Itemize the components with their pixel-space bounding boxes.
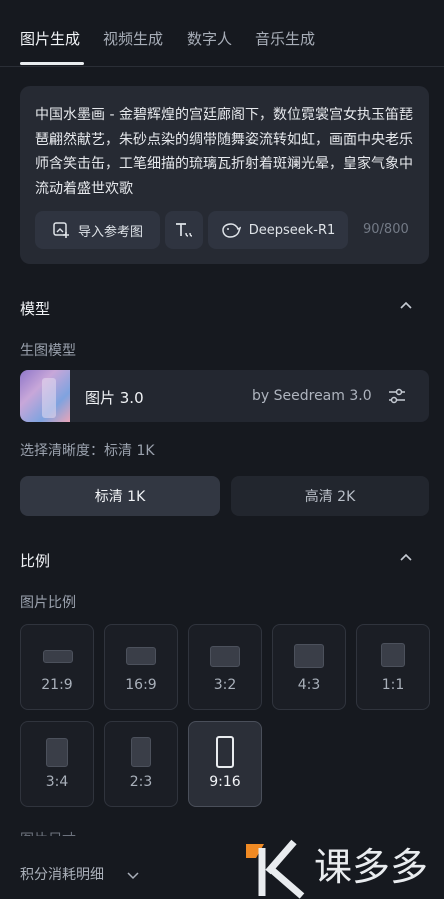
ratio-section-title: 比例 [20,552,51,570]
model-selector[interactable]: 图片 3.0 by Seedream 3.0 [20,370,429,422]
ratio-option-9-16[interactable]: 9:16 [188,721,262,807]
ratio-label: 3:2 [213,677,237,693]
ratio-label: 4:3 [297,677,321,693]
ratio-label: 9:16 [209,774,241,790]
ratio-shape [210,646,240,667]
ratio-label: 1:1 [381,677,405,693]
tab-music-generation[interactable]: 音乐生成 [255,28,315,49]
tab-image-generation[interactable]: 图片生成 [20,28,80,49]
ratio-option-3-2[interactable]: 3:2 [188,624,262,710]
tab-digital-human[interactable]: 数字人 [187,28,232,49]
top-tab-bar: 图片生成 视频生成 数字人 音乐生成 [0,0,444,67]
quality-label: 选择清晰度：标清 1K [20,443,155,459]
ratio-option-16-9[interactable]: 16:9 [104,624,178,710]
upload-reference-label: 导入参考图 [77,224,143,240]
watermark-text: 课多多 [314,845,428,889]
prompt-textarea[interactable]: 中国水墨画 - 金碧辉煌的宫廷廊阁下，数位霓裳宫女执玉笛琵琶翩然献艺，朱砂点染的… [35,103,415,201]
active-tab-indicator [20,62,84,65]
image-model-label: 生图模型 [20,343,76,359]
character-counter: 90/800 [363,222,409,237]
ratio-shape [43,650,73,663]
ratio-shape [46,738,68,767]
ratio-label: 16:9 [125,677,157,693]
ratio-shape [294,644,324,668]
ratio-option-4-3[interactable]: 4:3 [272,624,346,710]
sliders-icon[interactable] [387,386,407,406]
chevron-up-icon[interactable] [398,298,414,314]
image-ratio-label: 图片比例 [20,595,76,611]
ratio-shape [216,736,234,768]
model-provider: by Seedream 3.0 [252,388,372,404]
add-image-icon [52,221,70,239]
ratio-shape [131,737,151,767]
ratio-shape [381,643,405,667]
ratio-label: 3:4 [45,774,69,790]
model-section-title: 模型 [20,300,51,318]
ratio-label: 21:9 [41,677,73,693]
prompt-card: 中国水墨画 - 金碧辉煌的宫廷廊阁下，数位霓裳宫女执玉笛琵琶翩然献艺，朱砂点染的… [20,86,429,264]
ratio-shape [126,647,156,665]
cost-details-label[interactable]: 积分消耗明细 [20,864,104,884]
chevron-up-icon[interactable] [398,550,414,566]
text-format-icon [174,221,194,239]
chevron-down-icon[interactable] [126,868,140,882]
ratio-option-1-1[interactable]: 1:1 [356,624,430,710]
deepseek-chip-label: Deepseek-R1 [248,222,336,238]
text-format-button[interactable] [165,211,203,249]
ratio-label: 2:3 [129,774,153,790]
ratio-option-2-3[interactable]: 2:3 [104,721,178,807]
quality-option-2k[interactable]: 高清 2K [231,476,429,516]
ratio-option-3-4[interactable]: 3:4 [20,721,94,807]
watermark-logo: 课多多 [246,839,428,899]
model-thumbnail [20,370,70,422]
quality-option-1k[interactable]: 标清 1K [20,476,220,516]
ratio-option-21-9[interactable]: 21:9 [20,624,94,710]
tab-video-generation[interactable]: 视频生成 [103,28,163,49]
deepseek-model-chip[interactable]: Deepseek-R1 [208,211,348,249]
whale-icon [221,221,241,239]
model-name: 图片 3.0 [85,389,144,407]
upload-reference-button[interactable]: 导入参考图 [35,211,160,249]
